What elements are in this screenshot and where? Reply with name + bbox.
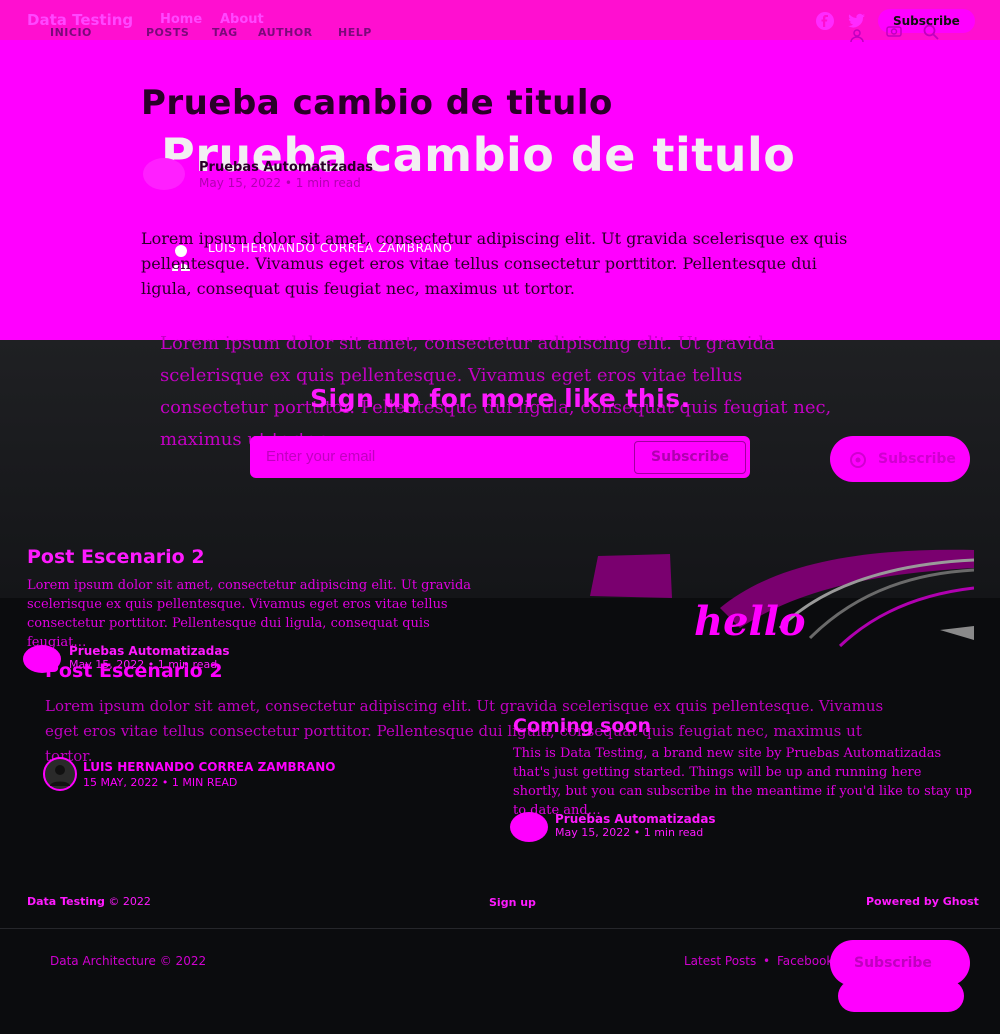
camera-icon[interactable] (886, 22, 902, 41)
old-floating-subscribe-button[interactable]: Subscribe (830, 940, 970, 986)
footer-brand-link[interactable]: Data Testing (27, 895, 105, 908)
search-icon[interactable] (923, 24, 939, 44)
card-1-title[interactable]: Post Escenario 2 (27, 546, 205, 568)
post-date: May 15, 2022 (199, 176, 282, 190)
post-title: Prueba cambio de titulo (141, 83, 613, 123)
card-2-read-time: 1 min read (643, 826, 704, 839)
old-card-read-time: 1 MIN READ (171, 776, 238, 789)
card-2-meta: May 15, 2022 • 1 min read (555, 826, 704, 839)
old-card-date: 15 MAY, 2022 (83, 776, 159, 789)
footer-copyright: Data Testing © 2022 (27, 895, 151, 908)
card-1-author[interactable]: Pruebas Automatizadas (69, 644, 230, 658)
old-nav-author[interactable]: AUTHOR (258, 26, 313, 39)
old-card-author[interactable]: LUIS HERNANDO CORREA ZAMBRANO (83, 760, 335, 774)
card-2-image-text: hello (694, 598, 806, 645)
card-2-avatar[interactable] (510, 812, 548, 842)
old-footer-separator: • (763, 954, 771, 968)
author-avatar[interactable] (143, 158, 185, 190)
footer-powered-link[interactable]: Powered by Ghost (866, 895, 979, 908)
floating-subscribe-button[interactable]: Subscribe (830, 436, 970, 482)
post-author-name[interactable]: Pruebas Automatizadas (199, 160, 373, 175)
nav-about[interactable]: About (220, 12, 264, 27)
signup-form: Subscribe (250, 436, 750, 478)
email-input[interactable] (264, 447, 628, 466)
old-footer-latest-posts[interactable]: Latest Posts (684, 954, 756, 968)
signup-submit-button[interactable]: Subscribe (634, 441, 746, 474)
old-footer-facebook[interactable]: Facebook (777, 954, 833, 968)
old-nav-tag[interactable]: TAG (212, 26, 238, 39)
post-read-time: 1 min read (295, 176, 361, 190)
old-card-title[interactable]: Post Escenario 2 (45, 660, 223, 682)
card-2-title[interactable]: Coming soon (513, 715, 651, 737)
old-nav-inicio[interactable]: INICIO (50, 26, 92, 39)
floating-subscribe-label: Subscribe (878, 451, 956, 467)
nav-home[interactable]: Home (160, 12, 202, 27)
footer-year: © 2022 (108, 895, 151, 908)
post-meta: May 15, 2022 • 1 min read (199, 176, 361, 190)
gear-icon (848, 450, 868, 474)
user-icon[interactable] (850, 28, 864, 47)
old-footer-copyright: Data Architecture © 2022 (50, 954, 207, 968)
signup-heading: Sign up for more like this. (310, 384, 691, 413)
footer-signup-link[interactable]: Sign up (489, 896, 536, 909)
old-card-avatar[interactable] (43, 757, 77, 791)
facebook-icon[interactable] (815, 11, 835, 35)
footer-divider (0, 928, 1000, 929)
post-excerpt: Lorem ipsum dolor sit amet, consectetur … (141, 229, 848, 298)
card-2-date: May 15, 2022 (555, 826, 631, 839)
card-2-excerpt: This is Data Testing, a brand new site b… (513, 746, 972, 818)
card-2-image[interactable]: hello (580, 548, 974, 648)
old-nav-posts[interactable]: POSTS (146, 26, 189, 39)
old-nav-help[interactable]: HELP (338, 26, 372, 39)
old-card-meta: 15 MAY, 2022 • 1 MIN READ (83, 776, 238, 789)
card-1-excerpt: Lorem ipsum dolor sit amet, consectetur … (27, 578, 472, 650)
card-2-author[interactable]: Pruebas Automatizadas (555, 812, 716, 826)
old-floating-subscribe-label: Subscribe (854, 955, 932, 971)
